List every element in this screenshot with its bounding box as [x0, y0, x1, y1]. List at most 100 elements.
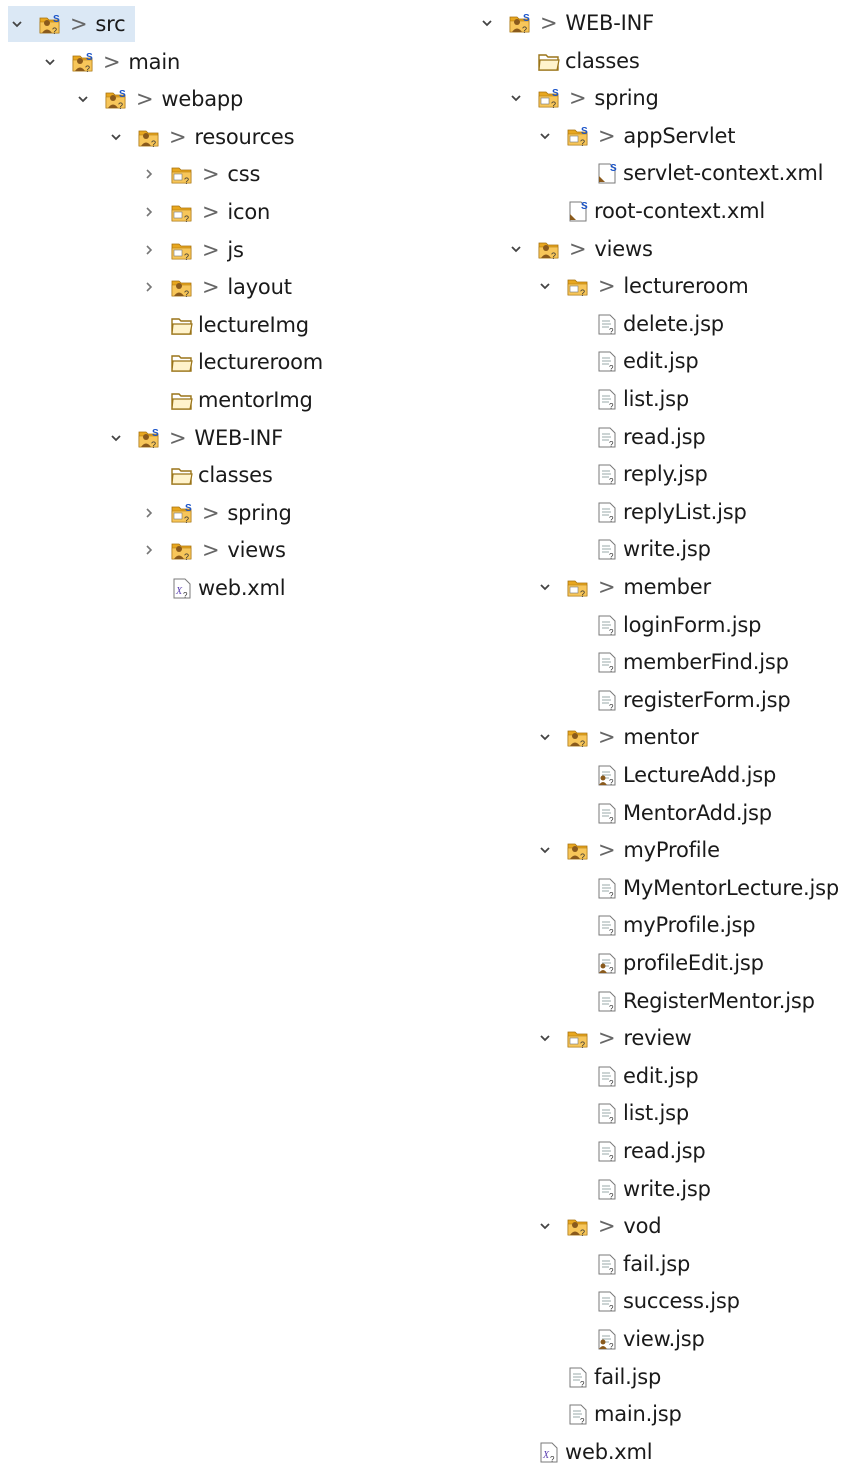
tree-item-r-lr-delete[interactable]: ? delete.jsp: [565, 306, 724, 342]
tree-item-r-m-register[interactable]: ? registerForm.jsp: [565, 682, 791, 718]
chevron-down-icon[interactable]: [536, 1217, 554, 1235]
chevron-right-icon[interactable]: [140, 165, 158, 183]
spring-file-icon: S: [595, 162, 619, 184]
tree-item-css[interactable]: ? > css: [140, 156, 260, 192]
tree-item-r-lr-edit[interactable]: ? edit.jsp: [565, 343, 699, 379]
tree-item-label: delete.jsp: [623, 311, 724, 336]
tree-item-r-review[interactable]: ? > review: [536, 1020, 692, 1056]
tree-item-icon[interactable]: ? > icon: [140, 194, 270, 230]
tree-item-label: success.jsp: [623, 1289, 740, 1314]
folder-icon: [170, 314, 194, 336]
tree-item-r-rv-list[interactable]: ? list.jsp: [565, 1095, 689, 1131]
tree-item-layout[interactable]: ? > layout: [140, 269, 292, 305]
tree-item-r-lr-reply[interactable]: ? reply.jsp: [565, 456, 708, 492]
tree-item-r-mt-lectureadd[interactable]: ? LectureAdd.jsp: [565, 757, 776, 793]
chevron-down-icon[interactable]: [536, 277, 554, 295]
tree-item-label: reply.jsp: [623, 462, 708, 487]
svg-text:?: ?: [184, 214, 189, 223]
folder-icon: [170, 464, 194, 486]
decoration-marker: >: [598, 838, 616, 863]
tree-item-r-servlet-context[interactable]: Sservlet-context.xml: [565, 155, 823, 191]
tree-item-r-classes[interactable]: classes: [507, 43, 640, 79]
tree-item-main[interactable]: ? S > main: [41, 44, 180, 80]
chevron-right-icon[interactable]: [140, 241, 158, 259]
tree-item-r-myprofile[interactable]: ? > myProfile: [536, 832, 720, 868]
chevron-down-icon[interactable]: [8, 15, 26, 33]
chevron-down-icon[interactable]: [107, 128, 125, 146]
tree-item-r-vod[interactable]: ? > vod: [536, 1208, 662, 1244]
tree-item-lectureImg[interactable]: lectureImg: [140, 307, 309, 343]
tree-item-r-mp-mymentorlecture[interactable]: ? MyMentorLecture.jsp: [565, 870, 839, 906]
tree-item-r-rv-read[interactable]: ? read.jsp: [565, 1133, 706, 1169]
chevron-right-icon[interactable]: [140, 278, 158, 296]
tree-item-r-mentor[interactable]: ? > mentor: [536, 719, 699, 755]
tree-item-r-member[interactable]: ? > member: [536, 569, 711, 605]
chevron-down-icon[interactable]: [536, 841, 554, 859]
project-folder-icon: ?: [137, 126, 161, 148]
chevron-right-icon[interactable]: [140, 504, 158, 522]
tree-item-r-vod-success[interactable]: ? success.jsp: [565, 1283, 740, 1319]
chevron-right-icon[interactable]: [140, 203, 158, 221]
chevron-down-icon[interactable]: [536, 728, 554, 746]
tree-item-src[interactable]: ? S > src: [8, 6, 136, 42]
tree-item-label: main.jsp: [594, 1402, 682, 1427]
tree-item-web-inf[interactable]: ? S > WEB-INF: [107, 420, 283, 456]
tree-item-web-xml[interactable]: X? web.xml: [140, 570, 286, 606]
chevron-down-icon[interactable]: [507, 89, 525, 107]
chevron-down-icon[interactable]: [478, 14, 496, 32]
tree-item-r-views[interactable]: ? > views: [507, 231, 653, 267]
tree-item-r-spring[interactable]: ? S > spring: [507, 80, 659, 116]
tree-item-label: WEB-INF: [194, 425, 284, 450]
tree-item-webapp[interactable]: ? S > webapp: [74, 81, 243, 117]
tree-item-r-web-xml[interactable]: X? web.xml: [507, 1434, 653, 1470]
tree-item-r-fail[interactable]: ? fail.jsp: [536, 1359, 661, 1395]
tree-item-label: spring: [227, 500, 292, 525]
tree-item-label: web.xml: [565, 1439, 653, 1464]
tree-item-lectureroom[interactable]: lectureroom: [140, 344, 323, 380]
chevron-down-icon[interactable]: [74, 90, 92, 108]
chevron-down-icon[interactable]: [507, 240, 525, 258]
tree-item-resources[interactable]: ? > resources: [107, 119, 295, 155]
tree-item-label: replyList.jsp: [623, 499, 747, 524]
spring-badge: S: [185, 503, 192, 514]
tree-item-r-web-inf[interactable]: ? S > WEB-INF: [478, 5, 654, 41]
svg-text:?: ?: [184, 176, 189, 185]
tree-item-classes[interactable]: classes: [140, 457, 273, 493]
tree-item-views[interactable]: ? > views: [140, 532, 286, 568]
xml-file-icon: X?: [537, 1441, 561, 1463]
chevron-down-icon[interactable]: [536, 127, 554, 145]
folder-icon: [170, 351, 194, 373]
tree-item-label: review: [623, 1026, 692, 1051]
jsp-file-icon: ?: [595, 350, 619, 372]
tree-item-r-rv-edit[interactable]: ? edit.jsp: [565, 1058, 699, 1094]
tree-item-r-main[interactable]: ? main.jsp: [536, 1396, 682, 1432]
tree-item-mentorImg[interactable]: mentorImg: [140, 382, 313, 418]
tree-item-r-lr-read[interactable]: ? read.jsp: [565, 419, 706, 455]
decoration-marker: >: [136, 87, 154, 112]
tree-item-r-appservlet[interactable]: ? S > appServlet: [536, 118, 735, 154]
tree-item-label: icon: [227, 200, 271, 224]
tree-item-r-vod-fail[interactable]: ? fail.jsp: [565, 1246, 690, 1282]
tree-item-r-lectureroom[interactable]: ? > lectureroom: [536, 268, 749, 304]
tree-item-r-lr-list[interactable]: ? list.jsp: [565, 381, 689, 417]
tree-item-r-lr-replylist[interactable]: ? replyList.jsp: [565, 494, 747, 530]
tree-item-r-lr-write[interactable]: ? write.jsp: [565, 531, 711, 567]
tree-item-r-m-login[interactable]: ? loginForm.jsp: [565, 607, 761, 643]
chevron-down-icon[interactable]: [536, 1029, 554, 1047]
tree-item-r-mp-myprofile[interactable]: ? myProfile.jsp: [565, 907, 756, 943]
svg-text:?: ?: [580, 852, 585, 861]
decoration-marker: >: [169, 425, 187, 450]
tree-item-r-mt-mentoradd[interactable]: ? MentorAdd.jsp: [565, 795, 772, 831]
tree-item-r-vod-view[interactable]: ? view.jsp: [565, 1321, 705, 1357]
tree-item-r-mp-registermentor[interactable]: ? RegisterMentor.jsp: [565, 983, 815, 1019]
tree-item-r-root-context[interactable]: Sroot-context.xml: [536, 193, 765, 229]
chevron-down-icon[interactable]: [41, 53, 59, 71]
tree-item-spring[interactable]: ? S > spring: [140, 495, 292, 531]
chevron-right-icon[interactable]: [140, 541, 158, 559]
tree-item-js[interactable]: ? > js: [140, 232, 244, 268]
tree-item-r-m-find[interactable]: ? memberFind.jsp: [565, 644, 789, 680]
chevron-down-icon[interactable]: [536, 578, 554, 596]
tree-item-r-mp-profileedit[interactable]: ? profileEdit.jsp: [565, 945, 764, 981]
tree-item-r-rv-write[interactable]: ? write.jsp: [565, 1171, 711, 1207]
chevron-down-icon[interactable]: [107, 429, 125, 447]
